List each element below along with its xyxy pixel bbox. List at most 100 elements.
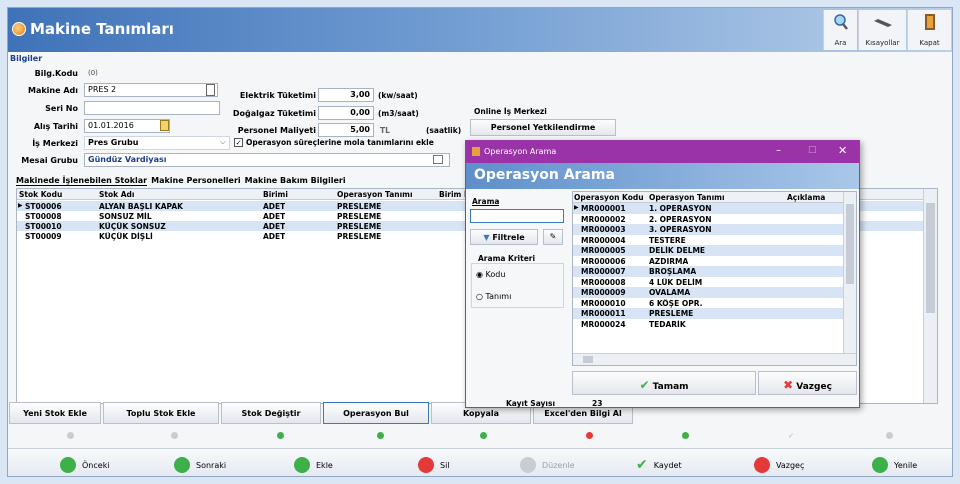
kayit-sayisi-label: Kayıt Sayısı <box>506 399 556 408</box>
status-dot <box>171 432 178 439</box>
arrow-left-icon <box>60 457 76 473</box>
window-title: Makine Tanımları <box>30 20 174 38</box>
calendar-icon[interactable] <box>160 120 169 131</box>
grid-scrollbar[interactable] <box>923 189 937 403</box>
operasyon-row[interactable]: MR000006 AZDIRMA <box>573 256 843 267</box>
kodu-radio[interactable]: ◉ Kodu <box>476 270 505 279</box>
makine-adi-label: Makine Adı <box>28 86 78 95</box>
exit-door-icon <box>924 14 935 30</box>
duzenle-button[interactable]: Düzenle <box>520 457 575 473</box>
sil-button[interactable]: Sil <box>418 457 450 473</box>
operasyon-row[interactable]: MR000024 TEDARİK <box>573 319 843 330</box>
operasyon-row[interactable]: MR000010 6 KÖŞE OPR. <box>573 298 843 309</box>
operasyon-row[interactable]: MR000008 4 LÜK DELİM <box>573 277 843 288</box>
status-dot <box>67 432 74 439</box>
operasyon-row[interactable]: MR000011 PRESLEME <box>573 308 843 319</box>
tab-bakim[interactable]: Makine Bakım Bilgileri <box>245 176 346 185</box>
ekle-button[interactable]: Ekle <box>294 457 333 473</box>
shortcuts-toolbar-button[interactable]: Kısayollar <box>858 10 906 50</box>
col-birim-is[interactable]: Birim İş <box>439 190 467 199</box>
window-header: Makine Tanımları Ara Kısayollar Kapat <box>8 8 952 52</box>
operasyon-arama-dialog: Operasyon Arama – □ ✕ Operasyon Arama Ar… <box>465 140 860 408</box>
kayit-sayisi-value: 23 <box>592 399 603 408</box>
toplu-stok-ekle-button[interactable]: Toplu Stok Ekle <box>103 402 219 424</box>
section-title: Bilgiler <box>10 54 43 63</box>
scroll-thumb[interactable] <box>846 204 854 284</box>
status-dots: ✓ <box>8 431 952 444</box>
operasyon-grid: Operasyon Kodu Operasyon Tanımı Açıklama… <box>572 191 857 366</box>
onceki-button[interactable]: Önceki <box>60 457 110 473</box>
mesai-grubu-field[interactable]: Gündüz Vardiyası <box>84 153 450 167</box>
navigation-bar: Önceki Sonraki Ekle Sil Düzenle ✔ Kaydet … <box>8 448 952 476</box>
scroll-thumb[interactable] <box>926 203 935 313</box>
yeni-stok-ekle-button[interactable]: Yeni Stok Ekle <box>9 402 101 424</box>
yenile-button[interactable]: Yenile <box>872 457 917 473</box>
dialog-vazgec-button[interactable]: ✖ Vazgeç <box>758 371 857 395</box>
kaydet-button[interactable]: ✔ Kaydet <box>636 457 682 473</box>
col-birimi[interactable]: Birimi <box>263 190 288 199</box>
operasyon-hscroll[interactable] <box>573 353 856 365</box>
operasyon-row[interactable]: MR000009 OVALAMA <box>573 287 843 298</box>
seri-no-field[interactable] <box>84 101 220 115</box>
checkmark-icon: ✔ <box>639 378 650 392</box>
arrow-right-icon <box>174 457 190 473</box>
operasyon-row[interactable]: MR000004 TESTERE <box>573 235 843 246</box>
col-stok-adi[interactable]: Stok Adı <box>99 190 134 199</box>
filtrele-button[interactable]: ▼ Filtrele <box>470 229 538 245</box>
edit-pencil-button[interactable]: ✎ <box>543 229 563 245</box>
chevron-down-icon[interactable]: ⌵ <box>220 137 226 147</box>
tab-personeller[interactable]: Makine Personelleri <box>151 176 241 185</box>
operasyon-bul-button[interactable]: Operasyon Bul <box>323 402 429 424</box>
minimize-icon[interactable]: – <box>776 145 781 156</box>
dogalgaz-label: Doğalgaz Tüketimi <box>232 109 316 118</box>
is-merkezi-select[interactable]: Pres Grubu <box>84 136 230 150</box>
stok-degistir-button[interactable]: Stok Değiştir <box>221 402 321 424</box>
operasyon-row[interactable]: ▶ MR000001 1. OPERASYON <box>573 203 843 214</box>
kriter-title: Arama Kriteri <box>478 254 536 263</box>
vazgec-button[interactable]: Vazgeç <box>754 457 804 473</box>
seri-no-label: Seri No <box>45 104 78 113</box>
scroll-thumb[interactable] <box>583 356 593 363</box>
dogalgaz-field[interactable]: 0,00 <box>318 106 374 120</box>
search-toolbar-button[interactable]: Ara <box>823 10 857 50</box>
elektrik-field[interactable]: 3,00 <box>318 88 374 102</box>
tab-stoklar[interactable]: Makinede İşlenebilen Stoklar <box>16 176 148 186</box>
close-toolbar-button[interactable]: Kapat <box>907 10 951 50</box>
maximize-icon[interactable]: □ <box>808 145 817 155</box>
personel-yetki-button[interactable]: Personel Yetkilendirme <box>470 119 616 136</box>
alis-tarihi-label: Alış Tarihi <box>33 122 78 131</box>
col-operasyon[interactable]: Operasyon Tanımı <box>337 190 413 199</box>
row-pointer-icon: ▶ <box>18 202 23 209</box>
col-aciklama[interactable]: Açıklama <box>787 193 825 202</box>
status-dot <box>886 432 893 439</box>
status-dot <box>377 432 384 439</box>
dialog-app-icon <box>472 147 480 156</box>
close-icon[interactable]: ✕ <box>838 144 847 157</box>
operasyon-row[interactable]: MR000007 BROŞLAMA <box>573 266 843 277</box>
mola-checkbox[interactable]: ✓ <box>234 138 243 147</box>
elektrik-unit: (kw/saat) <box>378 91 418 100</box>
arama-input[interactable] <box>470 209 564 223</box>
personel-maliyeti-field[interactable]: 5,00 <box>318 123 374 137</box>
status-dot <box>586 432 593 439</box>
status-dot <box>480 432 487 439</box>
operasyon-grid-header: Operasyon Kodu Operasyon Tanımı Açıklama <box>573 192 856 203</box>
operasyon-row[interactable]: MR000003 3. OPERASYON <box>573 224 843 235</box>
tanimi-radio[interactable]: ○ Tanımı <box>476 292 511 301</box>
lookup-icon[interactable] <box>433 155 443 164</box>
cancel-icon: ✖ <box>783 378 794 392</box>
operasyon-row[interactable]: MR000002 2. OPERASYON <box>573 214 843 225</box>
makine-adi-field[interactable]: PRES 2 <box>84 83 218 97</box>
col-op-tanimi[interactable]: Operasyon Tanımı <box>649 193 725 202</box>
col-op-kodu[interactable]: Operasyon Kodu <box>574 193 644 202</box>
operasyon-row[interactable]: MR000005 DELİK DELME <box>573 245 843 256</box>
operasyon-vscroll[interactable] <box>843 192 856 355</box>
sonraki-button[interactable]: Sonraki <box>174 457 226 473</box>
personel-unit: (saatlik) <box>426 126 462 135</box>
tamam-button[interactable]: ✔ Tamam <box>572 371 756 395</box>
alis-tarihi-field[interactable]: 01.01.2016 <box>84 119 170 133</box>
search-icon <box>833 14 848 30</box>
col-stok-kodu[interactable]: Stok Kodu <box>19 190 62 199</box>
elektrik-label: Elektrik Tüketimi <box>239 91 316 100</box>
arama-label: Arama <box>472 197 500 206</box>
